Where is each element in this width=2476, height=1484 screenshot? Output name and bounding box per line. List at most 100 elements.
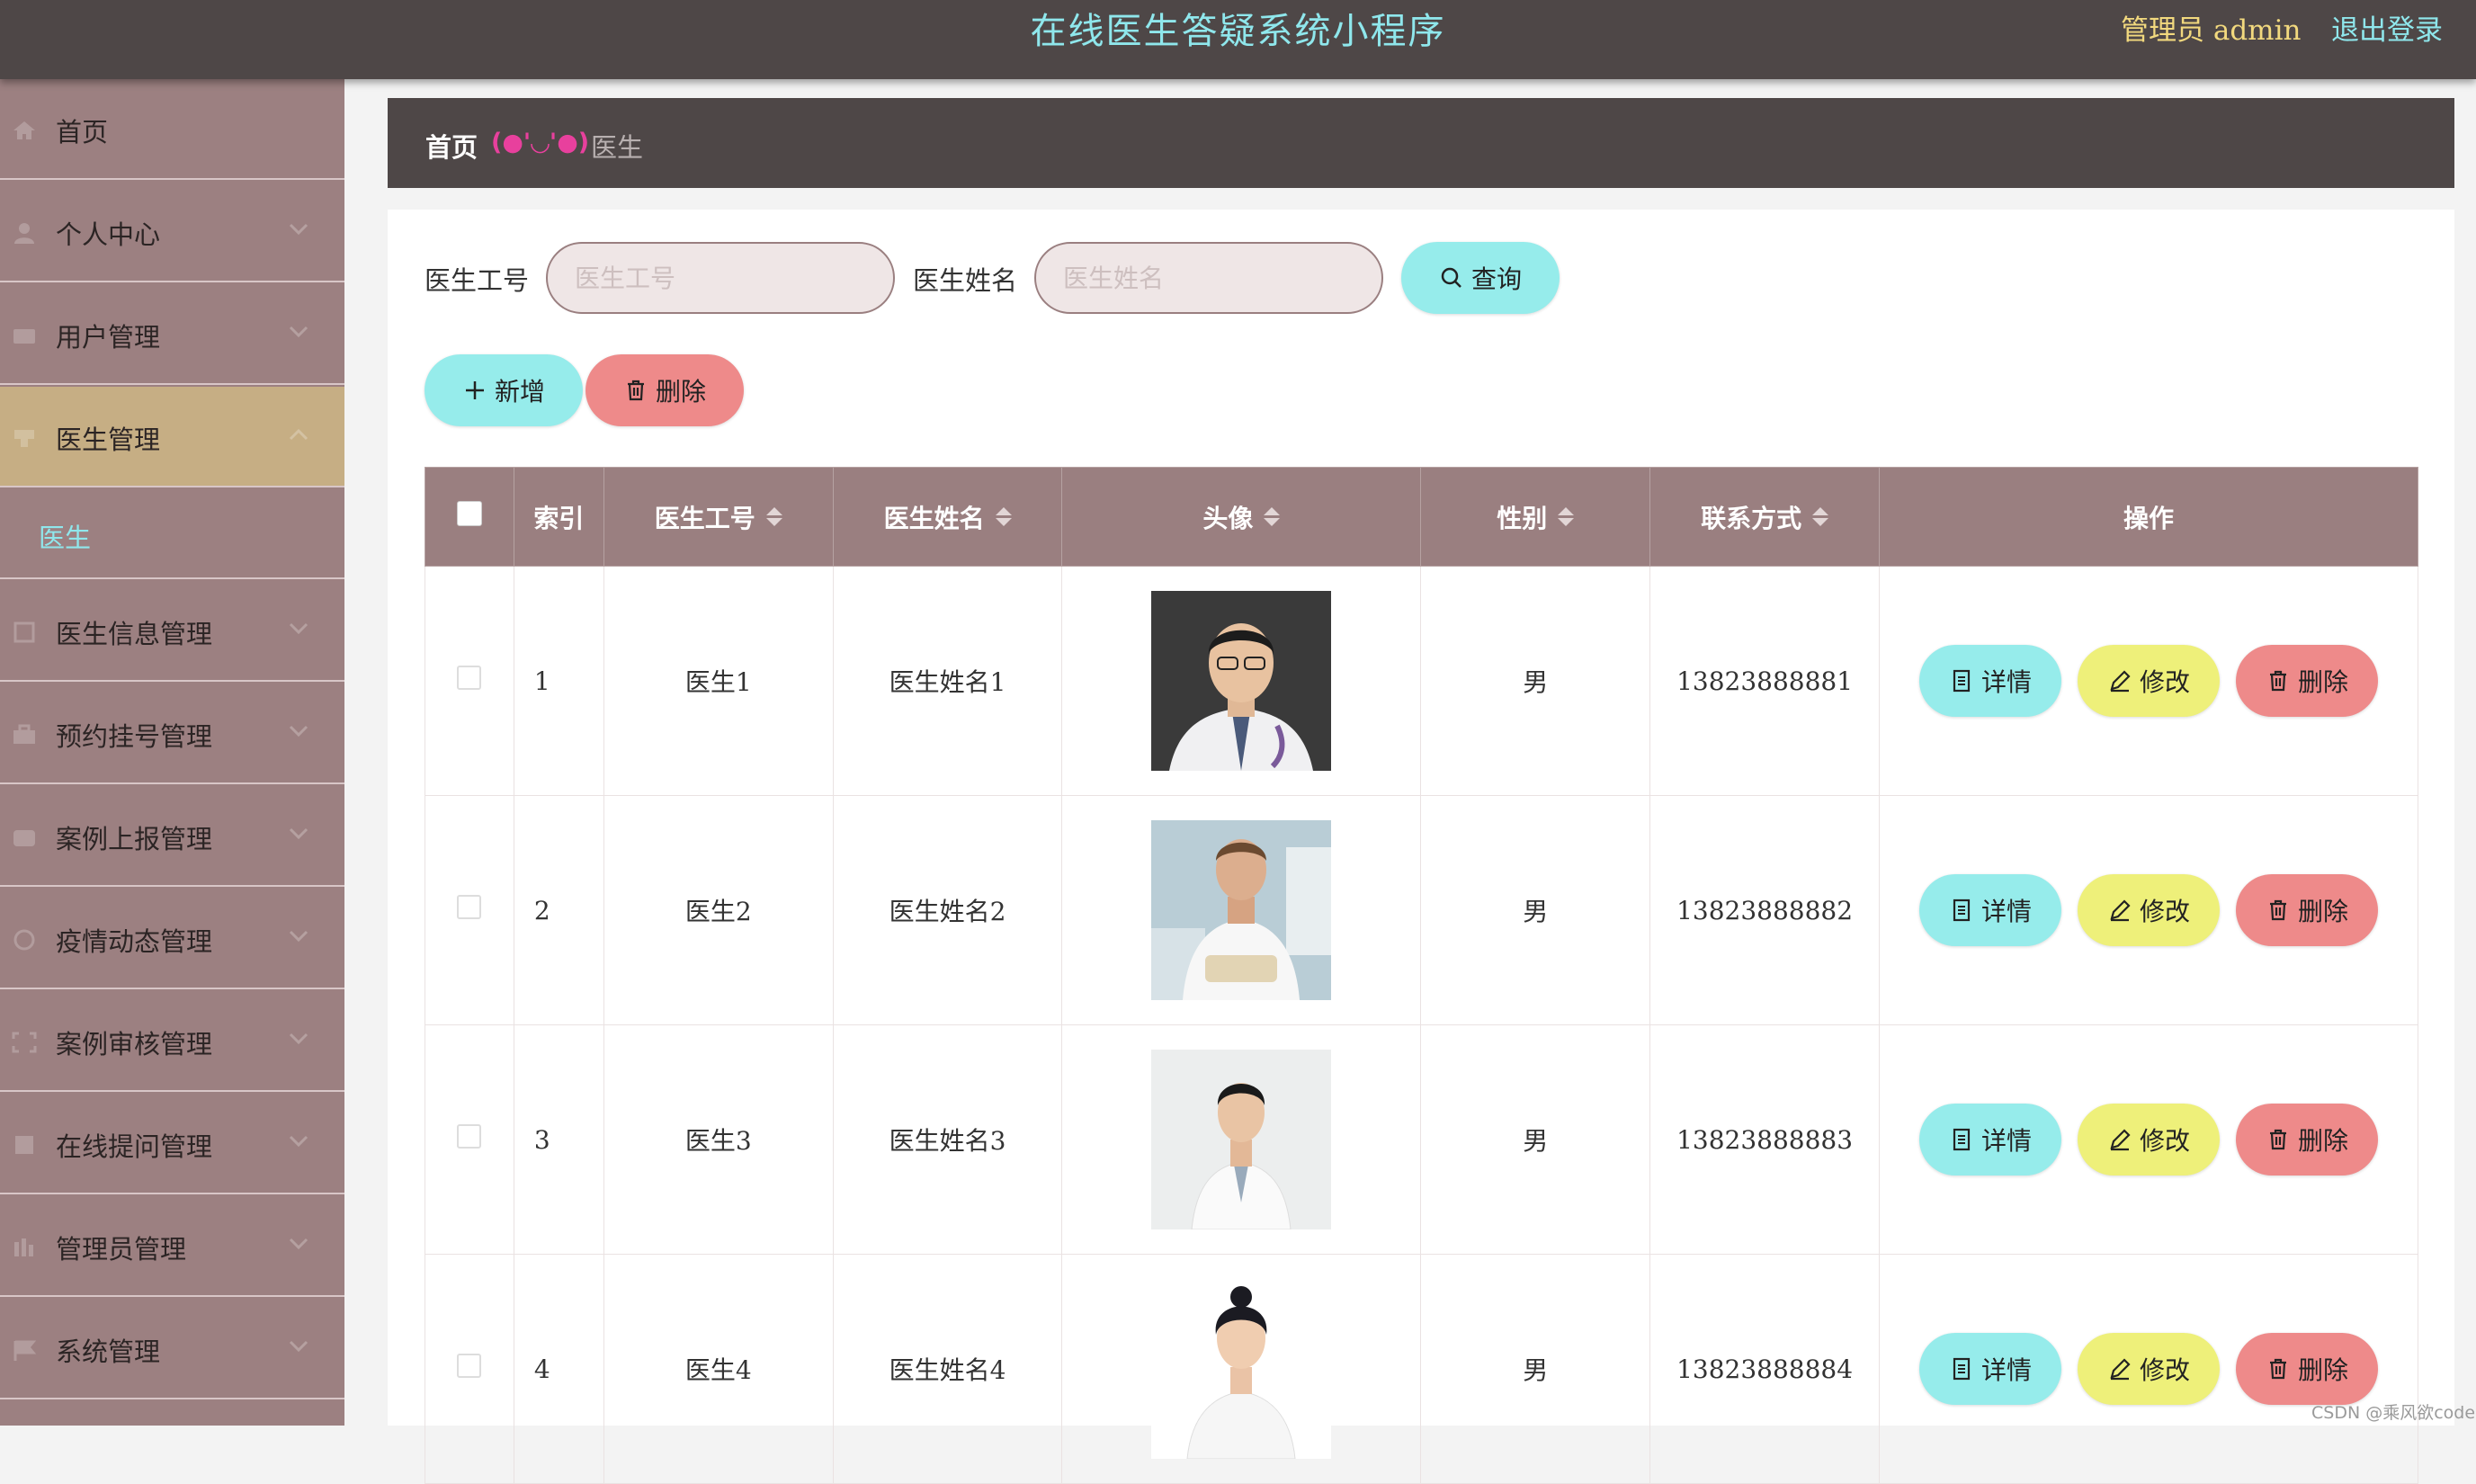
sidebar-item-appointment-management[interactable]: 预约挂号管理	[0, 684, 344, 784]
doctor-avatar-image[interactable]	[1151, 591, 1332, 771]
trash-icon	[2270, 1129, 2286, 1150]
cell-doctor-no: 医生4	[603, 1254, 834, 1484]
cell-avatar	[1061, 566, 1422, 796]
col-doctor-name-label: 医生姓名	[883, 503, 985, 533]
col-doctor-name[interactable]: 医生姓名	[832, 467, 1063, 567]
sort-icon[interactable]	[1264, 507, 1281, 526]
delete-button[interactable]: 删除	[2236, 1333, 2379, 1405]
sidebar-item-case-report-management[interactable]: 案例上报管理	[0, 786, 344, 887]
delete-button[interactable]: 删除	[2236, 874, 2379, 946]
row-checkbox[interactable]	[457, 895, 482, 919]
doctor-avatar-image[interactable]	[1151, 1050, 1332, 1229]
sidebar-item-doctor-info-management[interactable]: 医生信息管理	[0, 581, 344, 682]
row-checkbox[interactable]	[457, 1124, 482, 1149]
edit-button-label: 修改	[2140, 1355, 2191, 1385]
app-title: 在线医生答疑系统小程序	[1030, 11, 1446, 52]
sort-icon[interactable]	[995, 507, 1012, 526]
delete-button-label: 删除	[2298, 897, 2349, 926]
breadcrumb: 首页 (●'◡'●) 医生	[388, 98, 2454, 188]
edit-button[interactable]: 修改	[2078, 874, 2221, 946]
chevron-down-icon	[289, 725, 308, 738]
delete-button[interactable]: 删除	[2236, 1104, 2379, 1176]
edit-button[interactable]: 修改	[2078, 1333, 2221, 1405]
row-select-cell	[425, 1024, 514, 1255]
search-button-label: 查询	[1470, 264, 1522, 294]
delete-button[interactable]: 删除	[2236, 645, 2379, 717]
sidebar-item-epidemic-management[interactable]: 疫情动态管理	[0, 889, 344, 989]
cell-doctor-no: 医生3	[603, 1024, 834, 1255]
sidebar-subitem-doctor[interactable]: 医生	[0, 489, 344, 579]
doctor-no-input[interactable]	[546, 242, 895, 314]
row-select-cell	[425, 566, 514, 796]
bulk-delete-button[interactable]: 删除	[585, 354, 744, 426]
edit-button-label: 修改	[2140, 897, 2191, 926]
chevron-down-icon	[289, 1238, 308, 1250]
select-all-cell	[425, 467, 514, 567]
sidebar-item-case-audit-management[interactable]: 案例审核管理	[0, 991, 344, 1092]
breadcrumb-current: 医生	[591, 132, 644, 163]
cell-actions: 详情 修改 删除	[1879, 1254, 2418, 1484]
chevron-down-icon	[289, 1340, 308, 1353]
sidebar-item-label: 案例上报管理	[56, 824, 213, 854]
sidebar-item-personal-center[interactable]: 个人中心	[0, 182, 344, 282]
sort-icon[interactable]	[1812, 507, 1829, 526]
sidebar-item-doctor-management[interactable]: 医生管理	[0, 387, 344, 487]
edit-button[interactable]: 修改	[2078, 645, 2221, 717]
chevron-down-icon	[289, 326, 308, 338]
search-button[interactable]: 查询	[1401, 242, 1560, 314]
col-doctor-no[interactable]: 医生工号	[603, 467, 834, 567]
doctor-name-input[interactable]	[1034, 242, 1383, 314]
cell-avatar	[1061, 795, 1422, 1025]
sidebar-item-label: 医生管理	[56, 425, 161, 455]
add-button[interactable]: 新增	[425, 354, 583, 426]
search-icon	[1441, 267, 1461, 288]
doctor-avatar-image[interactable]	[1151, 1279, 1332, 1459]
sidebar-item-online-question-management[interactable]: 在线提问管理	[0, 1094, 344, 1194]
table-row: 1 医生1 医生姓名1 男 13823888881 详情 修改 删除	[425, 566, 2418, 796]
content-panel: 医生工号 医生姓名 查询 新增 删除 索引 医生工号 医生姓名 头像 性别 联系…	[388, 210, 2454, 1484]
edit-button[interactable]: 修改	[2078, 1104, 2221, 1176]
sidebar-item-label: 个人中心	[56, 219, 161, 250]
breadcrumb-separator: (●'◡'●)	[491, 129, 590, 156]
col-gender[interactable]: 性别	[1420, 467, 1651, 567]
col-phone[interactable]: 联系方式	[1649, 467, 1881, 567]
sidebar-item-home[interactable]: 首页	[0, 79, 344, 180]
plus-icon	[465, 381, 484, 399]
edit-button-label: 修改	[2140, 667, 2191, 697]
doctor-icon	[14, 430, 34, 447]
cell-doctor-name: 医生姓名4	[832, 1254, 1063, 1484]
sidebar-item-system-management[interactable]: 系统管理	[0, 1299, 344, 1399]
row-checkbox[interactable]	[457, 1354, 482, 1378]
doctor-no-label: 医生工号	[425, 265, 530, 296]
edit-icon	[2110, 670, 2131, 693]
detail-button-label: 详情	[1981, 1126, 2033, 1156]
cell-doctor-no: 医生1	[603, 566, 834, 796]
col-index: 索引	[513, 467, 604, 567]
col-avatar[interactable]: 头像	[1061, 467, 1422, 567]
sidebar-item-label: 疫情动态管理	[56, 926, 213, 957]
chevron-up-icon	[289, 428, 308, 441]
delete-button-label: 删除	[2298, 1355, 2349, 1385]
sidebar-item-label: 医生信息管理	[56, 619, 213, 649]
doctor-avatar-image[interactable]	[1151, 820, 1332, 1000]
delete-button-label: 删除	[2298, 1126, 2349, 1156]
detail-button[interactable]: 详情	[1919, 645, 2062, 717]
detail-button[interactable]: 详情	[1919, 1104, 2062, 1176]
chevron-down-icon	[289, 622, 308, 635]
trash-icon	[2270, 1358, 2286, 1380]
cell-doctor-no: 医生2	[603, 795, 834, 1025]
cell-index: 1	[513, 566, 604, 796]
detail-button[interactable]: 详情	[1919, 1333, 2062, 1405]
row-checkbox[interactable]	[457, 666, 482, 690]
sort-icon[interactable]	[765, 507, 782, 526]
sidebar-item-admin-management[interactable]: 管理员管理	[0, 1196, 344, 1297]
detail-button[interactable]: 详情	[1919, 874, 2062, 946]
sidebar-item-user-management[interactable]: 用户管理	[0, 284, 344, 385]
sort-icon[interactable]	[1558, 507, 1575, 526]
sidebar-item-label: 用户管理	[56, 322, 161, 353]
table-header-row: 索引 医生工号 医生姓名 头像 性别 联系方式 操作	[425, 467, 2418, 567]
chevron-down-icon	[289, 1033, 308, 1045]
select-all-checkbox[interactable]	[456, 501, 482, 526]
logout-link[interactable]: 退出登录	[2331, 7, 2443, 48]
breadcrumb-home[interactable]: 首页	[425, 127, 478, 165]
